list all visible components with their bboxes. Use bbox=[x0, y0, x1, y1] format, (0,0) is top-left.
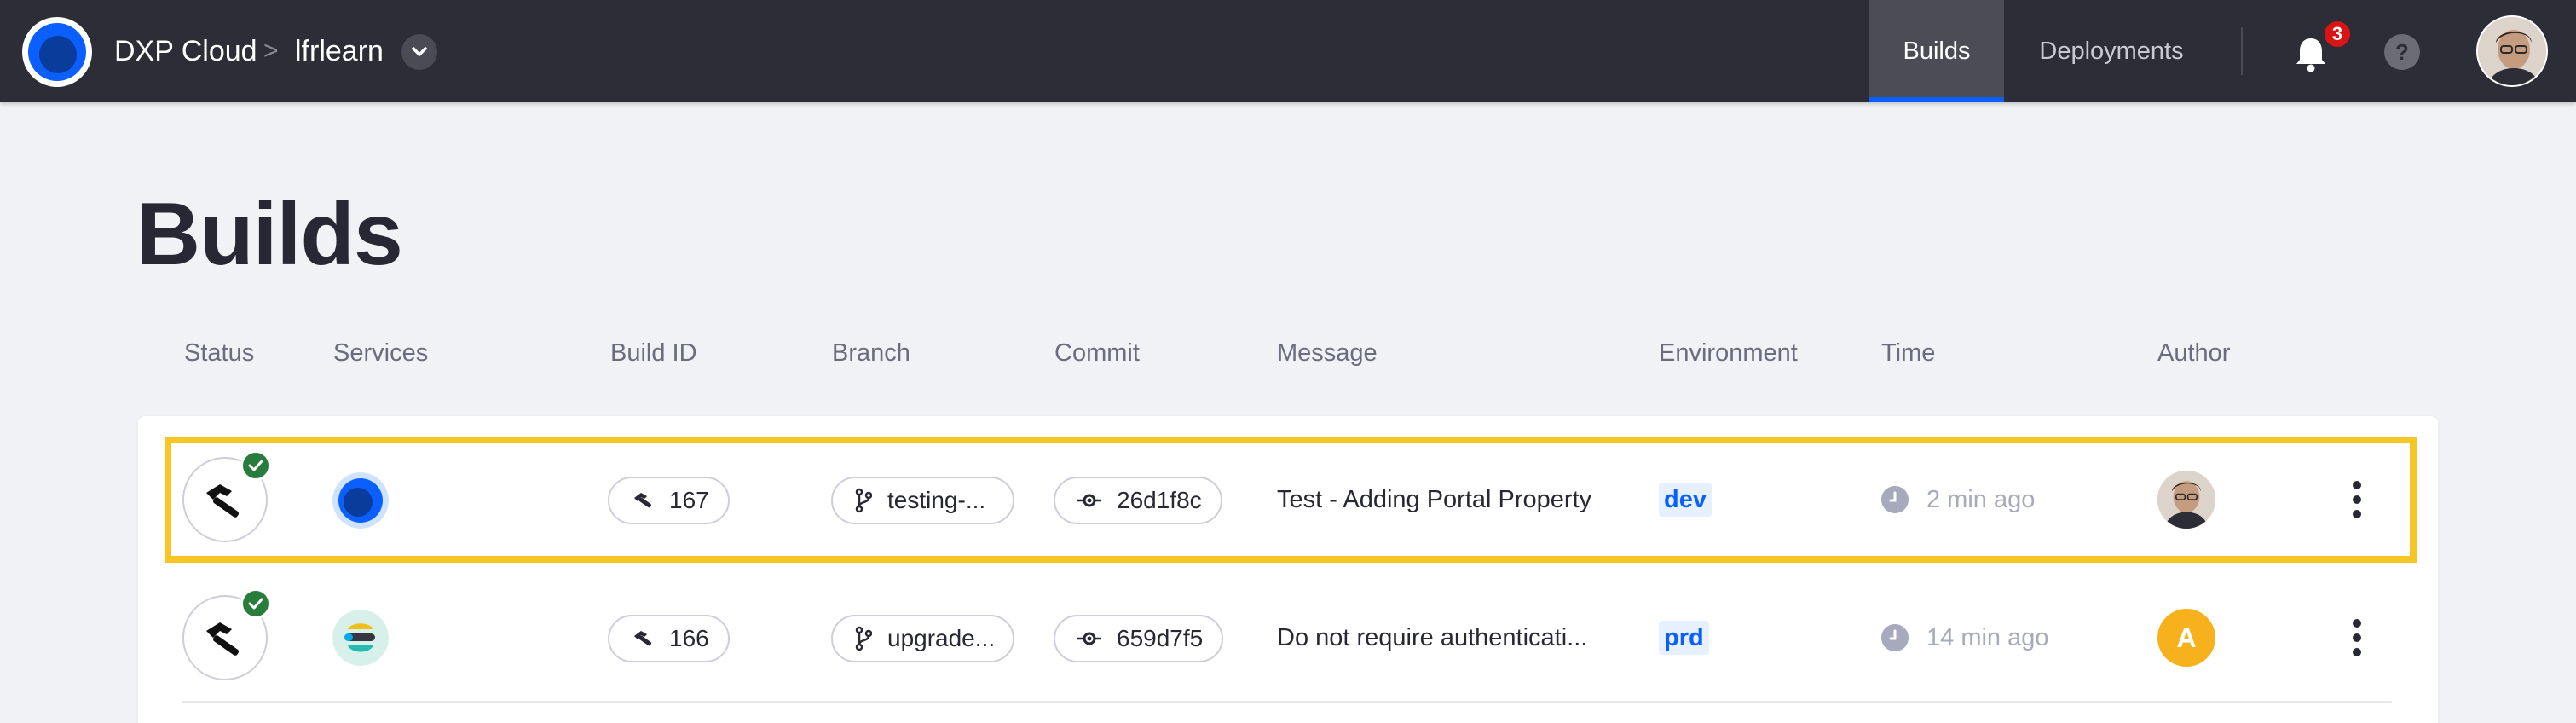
help-button[interactable]: ? bbox=[2384, 34, 2420, 70]
row-divider bbox=[182, 701, 2392, 703]
notification-count-badge: 3 bbox=[2322, 19, 2353, 49]
build-message: Do not require authenticati... bbox=[1277, 624, 1588, 651]
column-header-time: Time bbox=[1881, 339, 1936, 367]
project-dropdown-button[interactable] bbox=[401, 34, 437, 70]
commit-icon bbox=[1077, 632, 1101, 645]
row-highlight bbox=[165, 437, 2417, 563]
top-navbar: DXP Cloud > lfrlearn Builds Deployments … bbox=[0, 0, 2576, 102]
branch-name: upgrade... bbox=[887, 625, 996, 651]
column-header-status: Status bbox=[184, 339, 255, 367]
branch-pill[interactable]: upgrade... bbox=[831, 615, 1014, 662]
column-header-branch: Branch bbox=[832, 339, 910, 367]
table-row[interactable]: 166 upgrade... 659d7f5 Do not require au… bbox=[0, 570, 2576, 706]
commit-hash: 659d7f5 bbox=[1117, 625, 1204, 651]
hammer-icon bbox=[634, 631, 651, 646]
user-photo-icon bbox=[2478, 17, 2546, 85]
column-header-environment: Environment bbox=[1659, 339, 1798, 367]
environment-tag[interactable]: prd bbox=[1659, 621, 1709, 655]
user-avatar[interactable] bbox=[2476, 15, 2548, 87]
column-header-services: Services bbox=[333, 339, 429, 367]
chevron-down-icon bbox=[412, 47, 427, 56]
brand-name[interactable]: DXP Cloud bbox=[114, 32, 257, 70]
success-check-icon bbox=[240, 588, 271, 619]
build-id-pill[interactable]: 166 bbox=[608, 615, 730, 662]
column-header-message: Message bbox=[1277, 339, 1378, 367]
elasticsearch-service-icon bbox=[332, 610, 389, 666]
build-status bbox=[182, 588, 271, 680]
row-actions-kebab-icon[interactable] bbox=[2344, 614, 2370, 662]
project-name[interactable]: lfrlearn bbox=[295, 32, 384, 70]
clock-icon bbox=[1881, 624, 1909, 651]
page-title: Builds bbox=[136, 185, 403, 284]
author-avatar[interactable]: A bbox=[2157, 609, 2215, 667]
tab-builds[interactable]: Builds bbox=[1869, 0, 2004, 102]
nav-divider bbox=[2241, 27, 2243, 75]
commit-pill[interactable]: 659d7f5 bbox=[1054, 615, 1224, 662]
column-header-commit: Commit bbox=[1054, 339, 1140, 367]
tab-deployments[interactable]: Deployments bbox=[2005, 0, 2218, 102]
build-id: 166 bbox=[669, 625, 709, 651]
build-time: 14 min ago bbox=[1926, 624, 2049, 651]
dxp-cloud-logo-icon[interactable] bbox=[22, 17, 92, 87]
column-header-build-id: Build ID bbox=[610, 339, 697, 367]
breadcrumb-separator-icon: > bbox=[263, 37, 279, 65]
git-branch-icon bbox=[855, 626, 872, 651]
column-header-author: Author bbox=[2157, 339, 2231, 367]
